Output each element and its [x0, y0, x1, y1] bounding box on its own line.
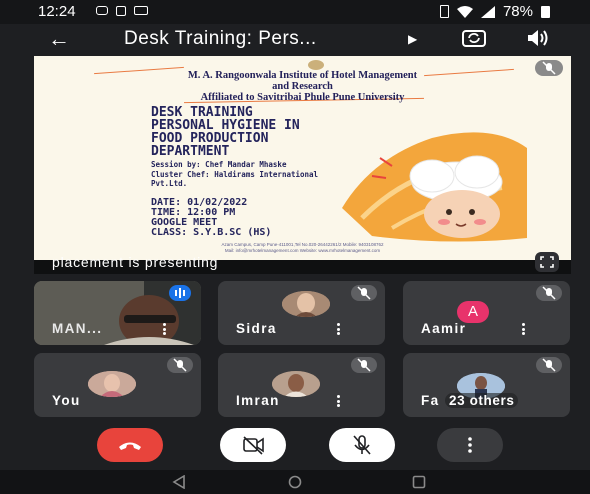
vibrate-icon: [439, 5, 449, 18]
institute-line: and Research: [272, 81, 333, 92]
mic-off-icon: [542, 286, 556, 300]
date-info: DATE: 01/02/2022 TIME: 12:00 PM GOOGLE M…: [151, 198, 271, 238]
monitor-icon: [134, 6, 148, 15]
audio-level-icon: [175, 288, 185, 298]
nav-home-icon[interactable]: [288, 475, 302, 489]
nav-back-icon[interactable]: [172, 475, 186, 489]
mic-off-icon: [357, 286, 371, 300]
speaker-icon[interactable]: [526, 28, 550, 48]
footer-line: Mail: info@mrhotelmanagement.com Website…: [224, 247, 381, 253]
speaking-indicator: [169, 285, 191, 301]
session-line: Pvt.Ltd.: [151, 179, 188, 188]
institute-line: M. A. Rangoonwala Institute of Hotel Man…: [187, 70, 418, 81]
more-options-button[interactable]: [437, 428, 503, 462]
mic-off-icon: [353, 435, 371, 455]
avatar-image: [282, 291, 330, 317]
participant-tile[interactable]: MAN...: [34, 281, 201, 345]
institute-line: Affiliated to Savitribai Phule Pune Univ…: [200, 92, 405, 103]
mute-badge: [167, 357, 193, 373]
fullscreen-button[interactable]: [535, 252, 559, 272]
mic-off-icon: [357, 358, 371, 372]
top-bar: ← Desk Training: Pers... ▶: [0, 24, 590, 54]
more-vert-icon[interactable]: [337, 323, 341, 335]
shared-slide: M. A. Rangoonwala Institute of Hotel Man…: [34, 56, 571, 260]
mic-off-icon: [542, 358, 556, 372]
more-vert-icon: [468, 437, 472, 453]
more-vert-icon[interactable]: [163, 323, 167, 335]
mute-badge: [351, 285, 377, 301]
battery-percent: 78%: [502, 3, 533, 20]
slide-heading: DESK TRAINING PERSONAL HYGIENE IN FOOD P…: [151, 106, 300, 158]
nav-recents-icon[interactable]: [412, 475, 426, 489]
presenter-mute-badge: [535, 60, 563, 76]
more-vert-icon[interactable]: [522, 323, 526, 335]
participant-tile[interactable]: You: [34, 353, 201, 417]
date-line: CLASS: S.Y.B.SC (HS): [151, 227, 272, 238]
mic-off-icon: [173, 358, 187, 372]
camera-toggle-button[interactable]: [220, 428, 286, 462]
mic-toggle-button[interactable]: [329, 428, 395, 462]
switch-camera-icon[interactable]: [462, 28, 486, 48]
more-vert-icon[interactable]: [337, 395, 341, 407]
participant-name: Fa: [421, 393, 440, 408]
cast-icon: [96, 6, 108, 15]
avatar-letter: A: [457, 301, 489, 323]
chevron-right-icon[interactable]: ▶: [408, 32, 417, 46]
presenting-caption: placement is presenting: [52, 254, 219, 270]
avatar-initial: A: [467, 303, 478, 320]
photo-icon: [116, 6, 126, 16]
fullscreen-icon: [540, 256, 554, 268]
notification-icons: [96, 6, 148, 16]
slide-footer: Azam Campus, Camp Pune-411001,Tel No.020…: [34, 242, 571, 253]
participant-tile[interactable]: A Aamir: [403, 281, 570, 345]
chef-illustration: [342, 132, 527, 242]
mic-off-icon: [542, 61, 556, 75]
participant-name: Imran: [236, 393, 280, 408]
meet-screen: 12:24 78% ← Desk Training: Pers... ▶ M. …: [0, 0, 590, 494]
session-line: Cluster Chef: Haldirams International: [151, 169, 319, 179]
participant-tile[interactable]: Fa 23 others: [403, 353, 570, 417]
system-nav-bar: [0, 470, 590, 494]
institute-name: M. A. Rangoonwala Institute of Hotel Man…: [34, 70, 571, 103]
participant-name: You: [52, 393, 81, 408]
mute-badge: [351, 357, 377, 373]
others-count[interactable]: 23 others: [445, 393, 519, 408]
mute-badge: [536, 285, 562, 301]
heading-line: DEPARTMENT: [151, 144, 230, 159]
avatar: [282, 291, 330, 317]
institute-logo: [308, 60, 324, 70]
mute-badge: [536, 357, 562, 373]
avatar-image: [88, 371, 136, 397]
participant-tile[interactable]: Sidra: [218, 281, 385, 345]
session-info: Session by: Chef Mandar Mhaske Cluster C…: [151, 160, 318, 189]
battery-icon: [541, 5, 550, 18]
participant-name: MAN...: [52, 321, 103, 336]
presentation-tile[interactable]: M. A. Rangoonwala Institute of Hotel Man…: [34, 56, 571, 274]
status-right: 78%: [439, 3, 550, 20]
participant-tile[interactable]: Imran: [218, 353, 385, 417]
signal-icon: [480, 5, 495, 18]
status-time: 12:24: [38, 3, 76, 20]
session-line: Session by: Chef Mandar Mhaske: [151, 160, 287, 169]
participant-name: Sidra: [236, 321, 277, 336]
camera-off-icon: [243, 436, 264, 455]
call-end-icon: [119, 442, 141, 450]
back-arrow-icon[interactable]: ←: [48, 26, 70, 52]
wifi-icon: [456, 5, 473, 18]
end-call-button[interactable]: [97, 428, 163, 462]
status-bar: 12:24 78%: [0, 0, 590, 24]
avatar: [88, 371, 136, 397]
meeting-title[interactable]: Desk Training: Pers...: [124, 28, 317, 50]
participant-name: Aamir: [421, 321, 467, 336]
